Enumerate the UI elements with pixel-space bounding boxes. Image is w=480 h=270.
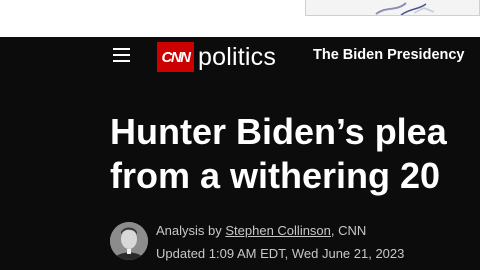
byline-prefix: Analysis by xyxy=(156,223,222,238)
site-header: CNN politics The Biden Presidency xyxy=(0,37,480,77)
author-link[interactable]: Stephen Collinson xyxy=(225,223,331,238)
article-headline: Hunter Biden’s plea from a withering 20 xyxy=(110,110,480,198)
top-ad-strip xyxy=(0,0,480,37)
headline-line-1: Hunter Biden’s plea xyxy=(110,111,447,152)
author-avatar[interactable] xyxy=(110,222,148,260)
byline: Analysis by Stephen Collinson, CNN xyxy=(156,223,366,238)
ad-thumbnail[interactable] xyxy=(305,0,480,16)
section-name: politics xyxy=(198,43,277,71)
biden-presidency-link[interactable]: The Biden Presidency xyxy=(313,47,465,63)
cnn-logo: CNN xyxy=(157,42,194,72)
cnn-politics-logo[interactable]: CNN politics xyxy=(157,42,276,72)
headline-line-2: from a withering 20 xyxy=(110,155,441,196)
byline-source: , CNN xyxy=(330,223,367,238)
updated-timestamp: Updated 1:09 AM EDT, Wed June 21, 2023 xyxy=(156,246,405,261)
menu-icon[interactable] xyxy=(113,47,131,63)
